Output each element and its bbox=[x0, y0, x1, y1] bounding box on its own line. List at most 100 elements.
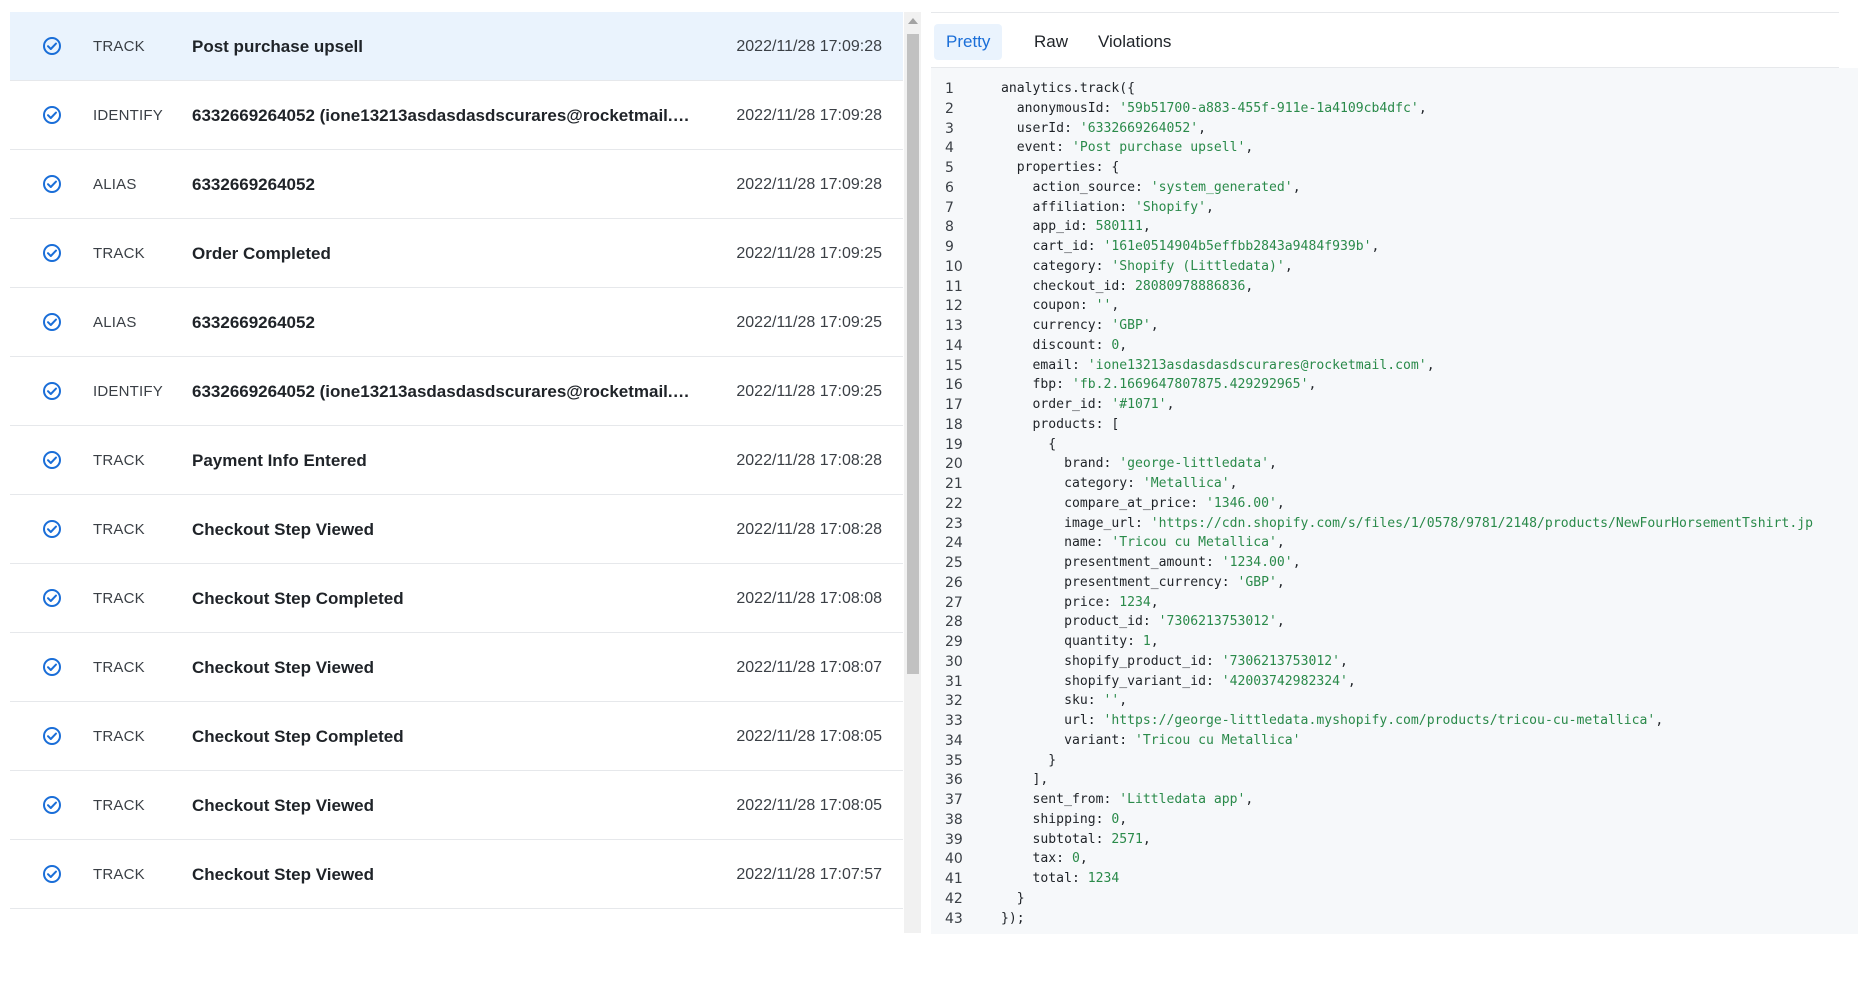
event-row[interactable]: IDENTIFY 6332669264052 (ione13213asdasdas… bbox=[10, 357, 903, 426]
event-row[interactable]: TRACK Order Completed 2022/11/28 17:09:25 bbox=[10, 219, 903, 288]
code-string: 'Tricou cu Metallica' bbox=[1135, 732, 1301, 748]
tab-raw[interactable]: Raw bbox=[1022, 24, 1080, 60]
code-token: shopify_product_id: bbox=[1001, 653, 1222, 669]
code-token: , bbox=[1276, 614, 1285, 630]
code-text: cart_id: '161e0514904b5effbb2843a9484f93… bbox=[1001, 237, 1380, 257]
event-name: Checkout Step Viewed bbox=[192, 520, 375, 539]
code-token: , bbox=[1245, 792, 1254, 807]
code-text: fbp: 'fb.2.1669647807875.429292965', bbox=[1001, 375, 1317, 395]
event-row[interactable]: IDENTIFY 6332669264052 (ione13213asdasdas… bbox=[10, 81, 903, 150]
code-token: subtotal: bbox=[1001, 831, 1112, 847]
code-text: analytics.track({ bbox=[1001, 79, 1135, 99]
event-timestamp: 2022/11/28 17:08:07 bbox=[736, 659, 882, 676]
line-number: 21 bbox=[945, 476, 963, 492]
check-circle-icon bbox=[43, 37, 61, 55]
code-token: , bbox=[1339, 653, 1348, 669]
line-number: 38 bbox=[945, 811, 963, 828]
code-token: anonymousId: bbox=[1001, 100, 1120, 116]
line-number: 9 bbox=[945, 239, 954, 255]
event-type: TRACK bbox=[93, 590, 145, 607]
line-number: 36 bbox=[945, 772, 963, 789]
code-string: 'https://cdn.shopify.com/s/files/1/0578/… bbox=[1150, 515, 1813, 531]
code-string: 'Shopify (Littledata)' bbox=[1111, 258, 1285, 274]
event-type: TRACK bbox=[93, 245, 145, 262]
code-string: 'fb.2.1669647807875.429292965' bbox=[1071, 377, 1309, 393]
code-token: presentment_currency: bbox=[1001, 574, 1238, 590]
event-row[interactable]: TRACK Checkout Step Viewed 2022/11/28 17:0… bbox=[10, 840, 903, 909]
event-type: TRACK bbox=[93, 797, 145, 814]
event-timestamp: 2022/11/28 17:08:05 bbox=[736, 797, 882, 814]
code-text: shopify_variant_id: '42003742982324', bbox=[1001, 672, 1356, 692]
line-number: 4 bbox=[945, 140, 954, 157]
code-text: userId: '6332669264052', bbox=[1001, 119, 1206, 139]
event-type: ALIAS bbox=[93, 176, 137, 193]
code-string: 'Shopify' bbox=[1135, 199, 1206, 215]
event-row[interactable]: TRACK Checkout Step Completed 2022/11/28 1… bbox=[10, 564, 903, 633]
code-string: 'Post purchase upsell' bbox=[1071, 140, 1246, 156]
tab-pretty[interactable]: Pretty bbox=[934, 24, 1003, 60]
event-row[interactable]: TRACK Checkout Step Viewed 2022/11/28 17:0… bbox=[10, 633, 903, 702]
code-token: , bbox=[1111, 298, 1120, 314]
line-number: 24 bbox=[945, 535, 963, 552]
code-number: 2571 bbox=[1111, 831, 1143, 847]
code-token: , bbox=[1142, 219, 1151, 235]
code-token: , bbox=[1166, 397, 1175, 412]
code-token: category: bbox=[1001, 258, 1112, 274]
line-number: 25 bbox=[945, 555, 963, 571]
code-token: analytics.track({ bbox=[1001, 81, 1136, 96]
code-token: , bbox=[1079, 851, 1088, 867]
event-name: 6332669264052 bbox=[192, 175, 315, 194]
code-token: , bbox=[1276, 535, 1285, 551]
line-number: 2 bbox=[945, 100, 954, 117]
event-row[interactable]: TRACK Post purchase upsell 2022/11/28 17:0… bbox=[10, 12, 903, 81]
check-circle-icon bbox=[43, 865, 61, 883]
event-name: 6332669264052 (ione13213asdasdasdscurare… bbox=[192, 106, 692, 125]
line-number: 14 bbox=[945, 337, 963, 354]
code-string: '1346.00' bbox=[1205, 495, 1277, 511]
code-token: , bbox=[1119, 337, 1128, 353]
line-number: 8 bbox=[945, 219, 954, 236]
event-row[interactable]: TRACK Checkout Step Completed 2022/11/28 1… bbox=[10, 702, 903, 771]
code-text: coupon: '', bbox=[1001, 296, 1120, 316]
event-timestamp: 2022/11/28 17:08:28 bbox=[736, 452, 882, 469]
code-token: affiliation: bbox=[1001, 199, 1136, 215]
code-token: , bbox=[1245, 278, 1254, 294]
event-name: 6332669264052 (ione13213asdasdasdscurare… bbox=[192, 382, 692, 401]
code-token: userId: bbox=[1001, 120, 1080, 136]
line-number: 33 bbox=[945, 713, 963, 729]
code-text: total: 1234 bbox=[1001, 869, 1120, 889]
code-token: , bbox=[1284, 258, 1293, 274]
scroll-up-arrow-icon[interactable] bbox=[908, 18, 918, 24]
code-string: 'Littledata app' bbox=[1119, 792, 1246, 807]
code-token: checkout_id: bbox=[1001, 278, 1136, 294]
code-text: category: 'Metallica', bbox=[1001, 474, 1237, 494]
code-token: { bbox=[1001, 436, 1057, 452]
code-string: '6332669264052' bbox=[1079, 120, 1199, 136]
event-row[interactable]: TRACK Checkout Step Viewed 2022/11/28 17:0… bbox=[10, 495, 903, 564]
event-row[interactable]: ALIAS 6332669264052 2022/11/28 17:09:25 bbox=[10, 288, 903, 357]
code-token: fbp: bbox=[1001, 377, 1072, 393]
code-text: properties: { bbox=[1001, 158, 1119, 178]
line-number: 35 bbox=[945, 752, 963, 769]
code-token: , bbox=[1426, 357, 1435, 373]
event-list: TRACK Post purchase upsell 2022/11/28 17:0… bbox=[10, 12, 903, 930]
line-number: 13 bbox=[945, 318, 963, 334]
scroll-thumb[interactable] bbox=[907, 34, 919, 674]
event-row[interactable]: TRACK Payment Info Entered 2022/11/28 17:0… bbox=[10, 426, 903, 495]
event-row[interactable]: ALIAS 6332669264052 2022/11/28 17:09:28 bbox=[10, 150, 903, 219]
code-text: products: [ bbox=[1001, 415, 1120, 435]
line-number: 42 bbox=[945, 890, 963, 907]
code-token: , bbox=[1276, 574, 1285, 590]
line-number: 27 bbox=[945, 594, 963, 611]
event-list-scrollbar[interactable] bbox=[904, 12, 921, 933]
code-text: } bbox=[1001, 889, 1025, 909]
event-row[interactable]: TRACK Checkout Step Viewed 2022/11/28 17:0… bbox=[10, 771, 903, 840]
code-token: ], bbox=[1001, 772, 1049, 788]
code-token: product_id: bbox=[1001, 614, 1159, 630]
code-text: brand: 'george-littledata', bbox=[1001, 454, 1277, 474]
check-circle-icon bbox=[43, 451, 61, 469]
code-string: '42003742982324' bbox=[1221, 673, 1348, 689]
tab-violations[interactable]: Violations bbox=[1086, 24, 1183, 60]
line-number: 23 bbox=[945, 515, 963, 532]
code-token: , bbox=[1292, 179, 1301, 195]
